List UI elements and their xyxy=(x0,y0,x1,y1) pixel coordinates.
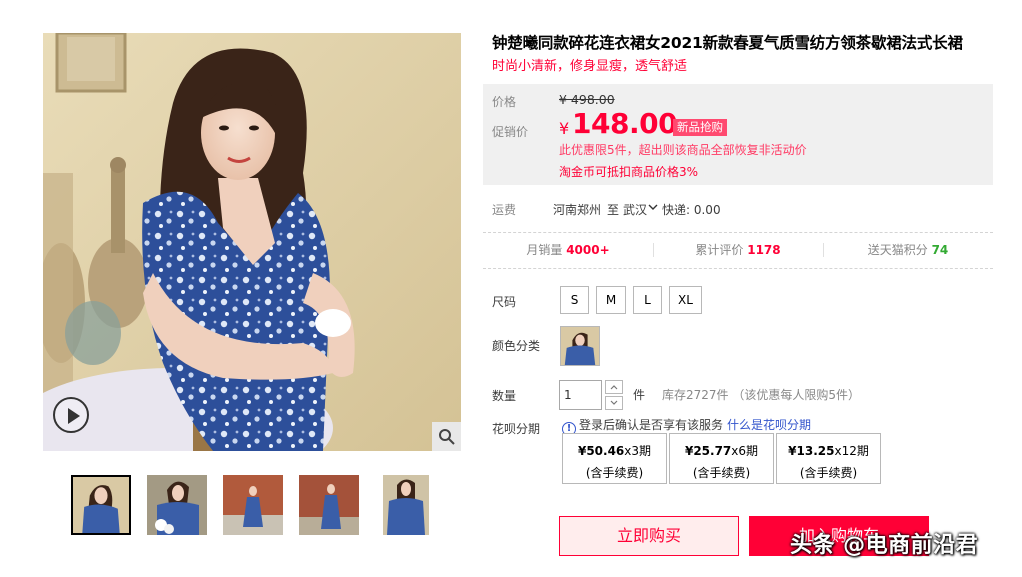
stat-label: 累计评价 xyxy=(695,243,744,257)
size-label: 尺码 xyxy=(492,295,517,309)
installment-amount: ¥13.25x12期 xyxy=(777,442,880,459)
product-title: 钟楚曦同款碎花连衣裙女2021新款春夏气质雪纺方领茶歇裙法式长裙 xyxy=(492,34,963,52)
size-option-l[interactable]: L xyxy=(633,286,662,314)
installment-fee-note: (含手续费) xyxy=(799,466,858,480)
thumbnail-image xyxy=(73,477,129,533)
thumbnail-image xyxy=(223,475,283,535)
quantity-decrease-button[interactable] xyxy=(605,396,623,410)
stat-monthly-sales: 月销量 4000+ xyxy=(483,241,653,258)
chevron-down-icon xyxy=(610,400,618,405)
sales-stats: 月销量 4000+ 累计评价 1178 送天猫积分 74 xyxy=(483,241,993,261)
huabei-label: 花呗分期 xyxy=(492,422,541,436)
thumbnail-image xyxy=(299,475,359,535)
ship-to-word: 至 xyxy=(607,203,620,217)
stat-label: 月销量 xyxy=(526,243,563,257)
stat-value: 74 xyxy=(931,243,949,257)
installment-period: x6期 xyxy=(731,444,759,458)
price-label: 价格 xyxy=(492,95,517,109)
color-option-swatch[interactable] xyxy=(560,326,600,366)
promo-limit-note: 此优惠限5件，超出则该商品全部恢复非活动价 xyxy=(559,143,807,157)
thumbnail-strip xyxy=(71,475,431,535)
stock-info: 库存2727件 （该优惠每人限购5件） xyxy=(662,388,860,402)
huabei-option-6[interactable]: ¥25.77x6期 (含手续费) xyxy=(669,433,774,484)
buy-now-button[interactable]: 立即购买 xyxy=(559,516,739,556)
stat-value: 4000+ xyxy=(566,243,610,257)
huabei-login-message[interactable]: 登录后确认是否享有该服务 xyxy=(579,418,723,432)
quantity-label: 数量 xyxy=(492,389,517,403)
product-subtitle: 时尚小清新，修身显瘦，透气舒适 xyxy=(492,59,688,74)
magnifier-icon xyxy=(439,429,455,445)
thumbnail-1[interactable] xyxy=(71,475,131,535)
color-swatch-image xyxy=(561,327,599,365)
size-option-xl[interactable]: XL xyxy=(669,286,702,314)
promo-price: 148.00 xyxy=(572,107,678,140)
zoom-button[interactable] xyxy=(432,422,461,451)
installment-price: ¥13.25 xyxy=(788,444,835,458)
stat-tmall-points: 送天猫积分 74 xyxy=(823,241,993,258)
installment-price: ¥50.46 xyxy=(577,444,625,458)
installment-fee-note: (含手续费) xyxy=(585,466,644,480)
quantity-unit: 件 xyxy=(633,388,646,402)
video-play-button[interactable] xyxy=(53,397,89,433)
thumbnail-5[interactable] xyxy=(383,475,429,535)
chevron-up-icon xyxy=(610,385,618,390)
huabei-option-12[interactable]: ¥13.25x12期 (含手续费) xyxy=(776,433,881,484)
watermark-text: 头条 @电商前沿君 xyxy=(790,533,979,558)
installment-fee-note: (含手续费) xyxy=(692,466,751,480)
stat-label: 送天猫积分 xyxy=(867,243,928,257)
original-price: ¥ 498.00 xyxy=(559,92,615,107)
product-photo-illustration xyxy=(43,33,461,451)
installment-amount: ¥50.46x3期 xyxy=(563,442,666,459)
promo-price-label: 促销价 xyxy=(492,125,529,139)
shipping-label: 运费 xyxy=(492,203,517,217)
quantity-input[interactable] xyxy=(559,380,602,410)
chevron-down-icon[interactable] xyxy=(648,202,658,212)
size-option-m[interactable]: M xyxy=(596,286,626,314)
installment-period: x12期 xyxy=(834,444,869,458)
main-product-image[interactable] xyxy=(43,33,461,451)
thumbnail-3[interactable] xyxy=(223,475,283,535)
installment-period: x3期 xyxy=(624,444,652,458)
promo-tag: 新品抢购 xyxy=(673,119,727,136)
thumbnail-image xyxy=(383,475,429,535)
ship-destination-select[interactable]: 武汉 xyxy=(623,201,647,218)
ship-from: 河南郑州 xyxy=(553,203,602,217)
size-option-s[interactable]: S xyxy=(560,286,589,314)
installment-amount: ¥25.77x6期 xyxy=(670,442,773,459)
thumbnail-4[interactable] xyxy=(299,475,359,535)
huabei-help-link[interactable]: 什么是花呗分期 xyxy=(727,418,811,432)
thumbnail-image xyxy=(147,475,207,535)
thumbnail-2[interactable] xyxy=(147,475,207,535)
shipping-fee: 快递: 0.00 xyxy=(662,203,721,217)
stat-total-reviews[interactable]: 累计评价 1178 xyxy=(653,241,823,258)
divider xyxy=(483,268,993,269)
color-label: 颜色分类 xyxy=(492,339,541,353)
huabei-option-3[interactable]: ¥50.46x3期 (含手续费) xyxy=(562,433,667,484)
divider xyxy=(483,232,993,233)
quantity-increase-button[interactable] xyxy=(605,380,623,394)
shipping-row: 运费 河南郑州 至 武汉 快递: 0.00 xyxy=(492,200,992,218)
installment-price: ¥25.77 xyxy=(684,444,732,458)
taojinbi-note: 淘金币可抵扣商品价格3% xyxy=(559,165,699,179)
promo-currency: ¥ xyxy=(559,119,570,138)
price-panel: 价格 ¥ 498.00 促销价 ¥ 148.00 新品抢购 此优惠限5件，超出则… xyxy=(483,84,993,185)
stat-value: 1178 xyxy=(747,243,781,257)
